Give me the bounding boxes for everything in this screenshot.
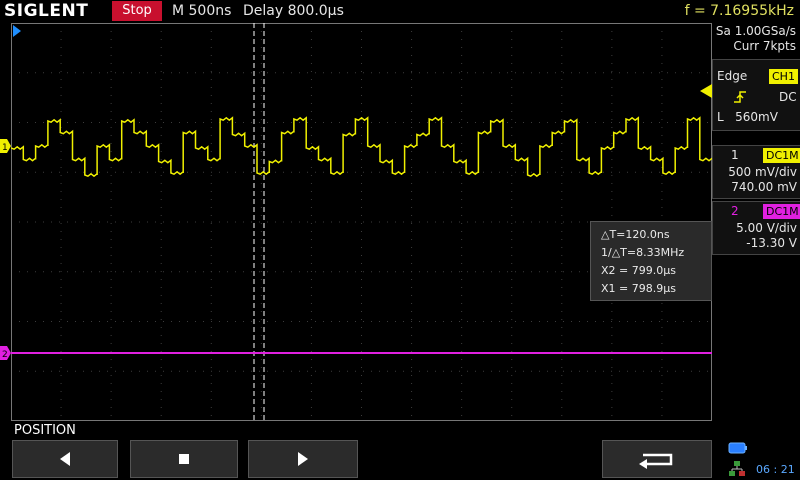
arrow-left-icon	[60, 452, 70, 466]
ch1-scale: 500 mV/div	[728, 165, 797, 179]
memory-depth: Curr 7kpts	[733, 39, 796, 53]
ch2-number: 2	[731, 204, 739, 218]
move-left-button[interactable]	[12, 440, 118, 478]
cursor-inverse-delta-t: 1/△T=8.33MHz	[601, 246, 685, 259]
softkey-menu-title: POSITION	[14, 423, 76, 438]
cursor-readout-panel: △T=120.0ns 1/△T=8.33MHz X2 = 799.0μs X1 …	[590, 221, 712, 301]
delay-readout[interactable]: Delay 800.0μs	[243, 0, 344, 22]
rising-edge-icon	[734, 91, 746, 103]
back-button[interactable]	[602, 440, 712, 478]
trigger-coupling: DC	[779, 90, 797, 104]
run-stop-indicator[interactable]: Stop	[112, 1, 162, 21]
ch1-offset: 740.00 mV	[731, 180, 797, 194]
stop-move-button[interactable]	[130, 440, 238, 478]
ch1-number: 1	[731, 148, 739, 162]
trigger-level-marker[interactable]	[700, 84, 712, 98]
timebase-readout[interactable]: M 500ns	[172, 0, 231, 22]
ch2-offset-marker[interactable]: 2	[0, 346, 11, 360]
frequency-counter: f = 7.16955kHz	[684, 3, 794, 19]
clock: 06 : 21	[756, 463, 795, 476]
ch2-offset: -13.30 V	[746, 236, 797, 250]
trigger-type: Edge	[717, 69, 748, 83]
cursor-x1-value: X1 = 798.9μs	[601, 282, 676, 295]
ch1-coupling-badge: DC1M	[763, 148, 800, 163]
battery-icon	[728, 442, 747, 454]
ch2-scale: 5.00 V/div	[736, 221, 797, 235]
ch2-coupling-badge: DC1M	[763, 204, 800, 219]
trigger-panel[interactable]: Edge CH1 DC L 560mV	[712, 59, 800, 131]
ch1-offset-marker[interactable]: 1	[0, 139, 11, 153]
cursor-delta-t: △T=120.0ns	[601, 228, 670, 241]
return-arrow-icon	[639, 453, 673, 469]
square-stop-icon	[179, 454, 189, 464]
arrow-right-icon	[298, 452, 308, 466]
move-right-button[interactable]	[248, 440, 358, 478]
ch1-panel[interactable]: 1 DC1M 500 mV/div 740.00 mV	[712, 145, 800, 199]
ch2-panel[interactable]: 2 DC1M 5.00 V/div -13.30 V	[712, 201, 800, 255]
sample-rate: Sa 1.00GSa/s	[715, 24, 796, 38]
trigger-level: L 560mV	[717, 110, 778, 124]
trigger-source-badge: CH1	[769, 69, 798, 84]
network-icon	[729, 461, 745, 476]
svg-text:2: 2	[2, 350, 8, 360]
brand-logo: SIGLENT	[4, 1, 89, 21]
svg-text:1: 1	[2, 143, 8, 153]
cursor-x2-value: X2 = 799.0μs	[601, 264, 676, 277]
